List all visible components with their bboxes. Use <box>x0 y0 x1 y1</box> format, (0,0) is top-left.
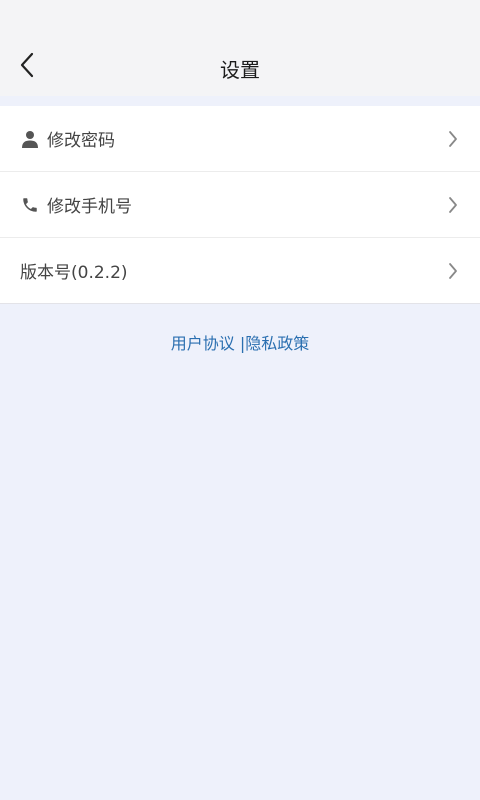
settings-screen: 设置 修改密码 修改手机号 版本号(0.2.2) 用户协议 |隐私政策 <box>0 0 480 800</box>
change-password-label: 修改密码 <box>47 131 115 151</box>
phone-icon <box>20 195 40 215</box>
chevron-right-icon <box>446 129 460 149</box>
chevron-right-icon <box>446 195 460 215</box>
link-separator: | <box>234 334 246 353</box>
privacy-policy-link[interactable]: 隐私政策 <box>245 334 309 353</box>
version-item[interactable]: 版本号(0.2.2) <box>0 238 480 304</box>
footer-links: 用户协议 |隐私政策 <box>0 330 480 354</box>
version-label: 版本号(0.2.2) <box>20 263 128 283</box>
user-agreement-link[interactable]: 用户协议 <box>171 334 235 353</box>
user-icon <box>20 129 40 149</box>
change-password-item[interactable]: 修改密码 <box>0 106 480 172</box>
page-title: 设置 <box>220 58 260 82</box>
chevron-right-icon <box>446 261 460 281</box>
change-phone-item[interactable]: 修改手机号 <box>0 172 480 238</box>
change-phone-label: 修改手机号 <box>47 197 132 217</box>
header-bar: 设置 <box>0 0 480 96</box>
settings-list: 修改密码 修改手机号 版本号(0.2.2) <box>0 106 480 304</box>
